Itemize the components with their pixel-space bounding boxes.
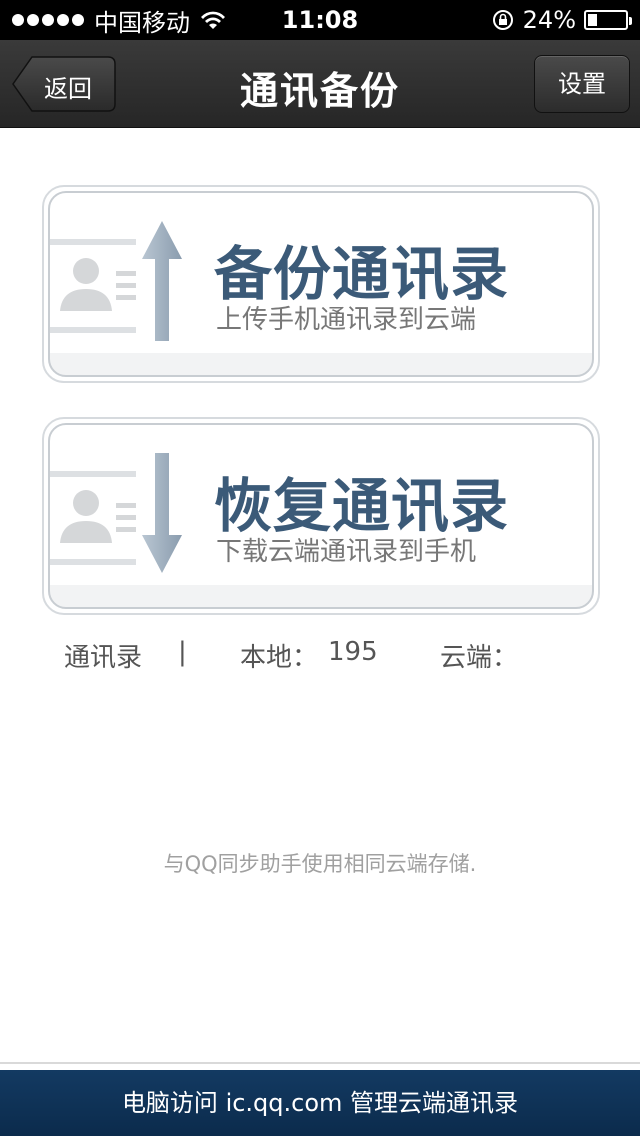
stats-label: 通讯录 xyxy=(64,643,143,673)
status-right: 24% xyxy=(491,6,632,34)
rotation-lock-icon xyxy=(492,10,513,30)
stats-separator: | xyxy=(178,637,187,667)
backup-subtitle: 上传手机通讯录到云端 xyxy=(216,305,477,335)
contacts-stats: 通讯录 | 本地： 195 云端： xyxy=(0,637,640,673)
battery-percent: 24% xyxy=(522,6,576,34)
restore-card-inner: 恢复通讯录 下载云端通讯录到手机 xyxy=(48,423,594,609)
local-label: 本地： xyxy=(240,643,319,673)
nav-bar: 返回 通讯备份 设置 xyxy=(0,40,640,128)
upload-arrow-icon xyxy=(142,221,182,341)
restore-contacts-button[interactable]: 恢复通讯录 下载云端通讯录到手机 xyxy=(42,417,600,615)
backup-card-inner: 备份通讯录 上传手机通讯录到云端 xyxy=(48,191,594,377)
download-arrow-icon xyxy=(142,453,182,573)
bottom-divider xyxy=(0,1062,640,1064)
restore-subtitle: 下载云端通讯录到手机 xyxy=(216,537,477,567)
settings-button[interactable]: 设置 xyxy=(534,55,630,113)
cloud-label: 云端： xyxy=(440,643,519,673)
status-bar: 中国移动 11:08 24% xyxy=(0,0,640,40)
sync-note: 与QQ同步助手使用相同云端存储. xyxy=(163,852,477,876)
local-count: 195 xyxy=(328,637,378,667)
battery-icon xyxy=(584,10,632,30)
backup-contacts-button[interactable]: 备份通讯录 上传手机通讯录到云端 xyxy=(42,185,600,383)
battery-fill xyxy=(588,14,597,26)
web-access-banner[interactable]: 电脑访问 ic.qq.com 管理云端通讯录 xyxy=(0,1070,640,1136)
